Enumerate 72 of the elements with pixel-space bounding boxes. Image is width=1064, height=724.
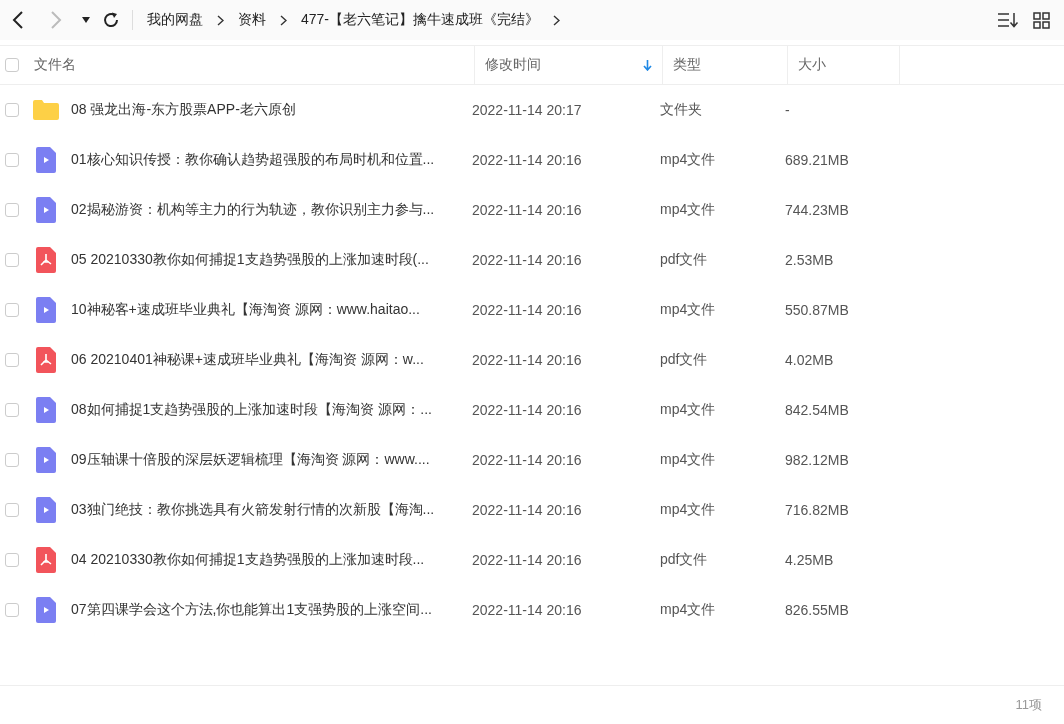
column-header[interactable]: 大小 [798, 56, 826, 74]
file-type: 文件夹 [659, 101, 703, 119]
select-all-checkbox[interactable] [5, 58, 19, 72]
file-name[interactable]: 08如何捕捉1支趋势强股的上涨加速时段【海淘资 源网：... [59, 401, 462, 419]
modified-time: 2022-11-14 20:16 [471, 602, 583, 618]
row-checkbox[interactable] [5, 253, 19, 267]
file-size: 982.12MB [784, 452, 850, 468]
file-size: 744.23MB [784, 202, 850, 218]
row-checkbox[interactable] [5, 603, 19, 617]
file-name[interactable]: 01核心知识传授：教你确认趋势超强股的布局时机和位置... [59, 151, 462, 169]
file-type: mp4文件 [659, 601, 717, 619]
item-count: 11项 [1015, 696, 1042, 714]
modified-time: 2022-11-14 20:16 [471, 202, 583, 218]
chevron-right-icon [217, 14, 224, 26]
modified-time: 2022-11-14 20:16 [471, 152, 583, 168]
modified-time: 2022-11-14 20:16 [471, 302, 583, 318]
file-size: 842.54MB [784, 402, 850, 418]
sort-descending-icon[interactable] [643, 59, 652, 71]
file-name[interactable]: 03独门绝技：教你挑选具有火箭发射行情的次新股【海淘... [59, 501, 462, 519]
file-name[interactable]: 08 强龙出海-东方股票APP-老六原创 [59, 101, 462, 119]
file-size: - [784, 102, 791, 118]
file-type: mp4文件 [659, 151, 717, 169]
modified-time: 2022-11-14 20:16 [471, 402, 583, 418]
chevron-right-icon [553, 14, 561, 26]
column-header[interactable]: 修改时间 [485, 56, 541, 74]
modified-time: 2022-11-14 20:16 [471, 252, 583, 268]
dropdown-caret-icon[interactable] [82, 17, 90, 23]
file-name[interactable]: 04 20210330教你如何捕捉1支趋势强股的上涨加速时段... [59, 551, 462, 569]
row-checkbox[interactable] [5, 403, 19, 417]
file-size: 4.02MB [784, 352, 835, 368]
file-type: pdf文件 [659, 251, 709, 269]
row-checkbox[interactable] [5, 203, 19, 217]
file-size: 826.55MB [784, 602, 850, 618]
file-type: mp4文件 [659, 401, 717, 419]
modified-time: 2022-11-14 20:16 [471, 452, 583, 468]
file-size: 4.25MB [784, 552, 835, 568]
refresh-icon[interactable] [102, 11, 120, 29]
file-type: mp4文件 [659, 451, 717, 469]
file-size: 716.82MB [784, 502, 850, 518]
file-name[interactable]: 07第四课学会这个方法,你也能算出1支强势股的上涨空间... [59, 601, 462, 619]
file-name[interactable]: 10神秘客+速成班毕业典礼【海淘资 源网：www.haitao... [59, 301, 462, 319]
breadcrumb-item[interactable]: 477-【老六笔记】擒牛速成班《完结》 [301, 11, 540, 29]
modified-time: 2022-11-14 20:17 [471, 102, 583, 118]
modified-time: 2022-11-14 20:16 [471, 352, 583, 368]
column-header[interactable]: 类型 [673, 56, 701, 74]
file-size: 689.21MB [784, 152, 850, 168]
row-checkbox[interactable] [5, 103, 19, 117]
column-header[interactable]: 文件名 [34, 56, 76, 74]
file-name[interactable]: 02揭秘游资：机构等主力的行为轨迹，教你识别主力参与... [59, 201, 462, 219]
row-checkbox[interactable] [5, 153, 19, 167]
row-checkbox[interactable] [5, 453, 19, 467]
row-checkbox[interactable] [5, 503, 19, 517]
file-type: mp4文件 [659, 301, 717, 319]
row-checkbox[interactable] [5, 303, 19, 317]
file-name[interactable]: 09压轴课十倍股的深层妖逻辑梳理【海淘资 源网：www.... [59, 451, 462, 469]
file-type: mp4文件 [659, 201, 717, 219]
breadcrumb-item[interactable]: 资料 [238, 11, 266, 29]
row-checkbox[interactable] [5, 353, 19, 367]
row-checkbox[interactable] [5, 553, 19, 567]
file-type: mp4文件 [659, 501, 717, 519]
modified-time: 2022-11-14 20:16 [471, 552, 583, 568]
file-type: pdf文件 [659, 351, 709, 369]
file-size: 550.87MB [784, 302, 850, 318]
file-type: pdf文件 [659, 551, 709, 569]
file-size: 2.53MB [784, 252, 835, 268]
file-name[interactable]: 06 20210401神秘课+速成班毕业典礼【海淘资 源网：w... [59, 351, 462, 369]
file-name[interactable]: 05 20210330教你如何捕捉1支趋势强股的上涨加速时段(... [59, 251, 462, 269]
modified-time: 2022-11-14 20:16 [471, 502, 583, 518]
breadcrumb-item[interactable]: 我的网盘 [147, 11, 203, 29]
sort-icon[interactable] [997, 12, 1019, 28]
grid-view-icon[interactable] [1033, 11, 1050, 29]
chevron-right-icon [280, 14, 287, 26]
